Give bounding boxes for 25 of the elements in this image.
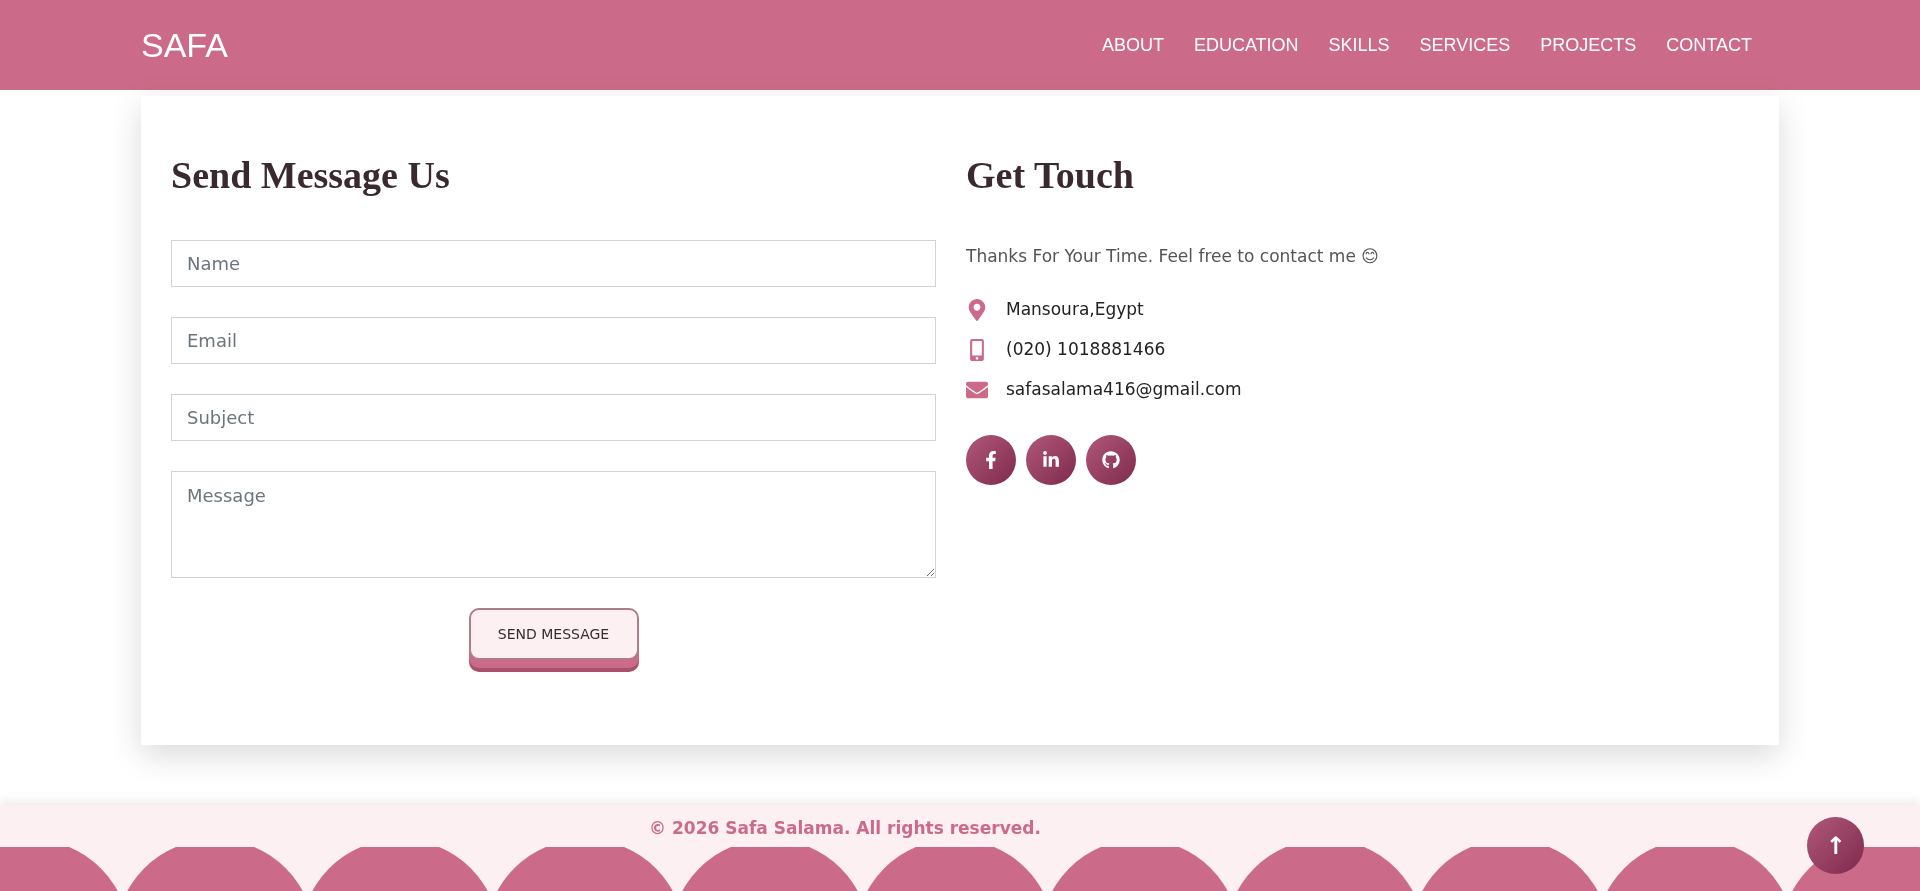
social-link[interactable] [1026,434,1076,485]
contact-detail: (020) 1018881466 [1006,337,1166,361]
form-heading: Send Message Us [171,156,451,194]
input-field[interactable]: Email [171,317,936,364]
input-field[interactable]: Name [171,240,936,287]
message-field[interactable]: Message [171,471,936,578]
social-link[interactable] [966,434,1016,485]
contact-detail: Mansoura,Egypt [1006,297,1144,321]
brand-logo[interactable]: SAFA [141,19,228,71]
nav-link[interactable]: CONTACT [1666,31,1752,59]
nav-link[interactable]: SERVICES [1419,31,1511,59]
contact-detail: safasalama416@gmail.com [1006,377,1242,401]
input-field[interactable]: Subject [171,394,936,441]
nav-link[interactable]: ABOUT [1101,31,1164,59]
nav-link[interactable]: EDUCATION [1193,31,1299,59]
copyright-text: © 2026 Safa Salama. All rights reserved. [648,817,1042,840]
nav-link[interactable]: PROJECTS [1540,31,1637,59]
linkedin-icon [1042,450,1060,469]
intro-text: Thanks For Your Time. Feel free to contact me 😊 [966,245,1380,268]
social-link[interactable] [1086,434,1136,485]
back-to-top-button[interactable]: ↑ [1807,817,1864,874]
nav-link[interactable]: SKILLS [1328,31,1390,59]
github-icon [1102,450,1120,469]
contact-heading: Get Touch [966,156,1135,194]
location-pin-icon [966,298,988,321]
